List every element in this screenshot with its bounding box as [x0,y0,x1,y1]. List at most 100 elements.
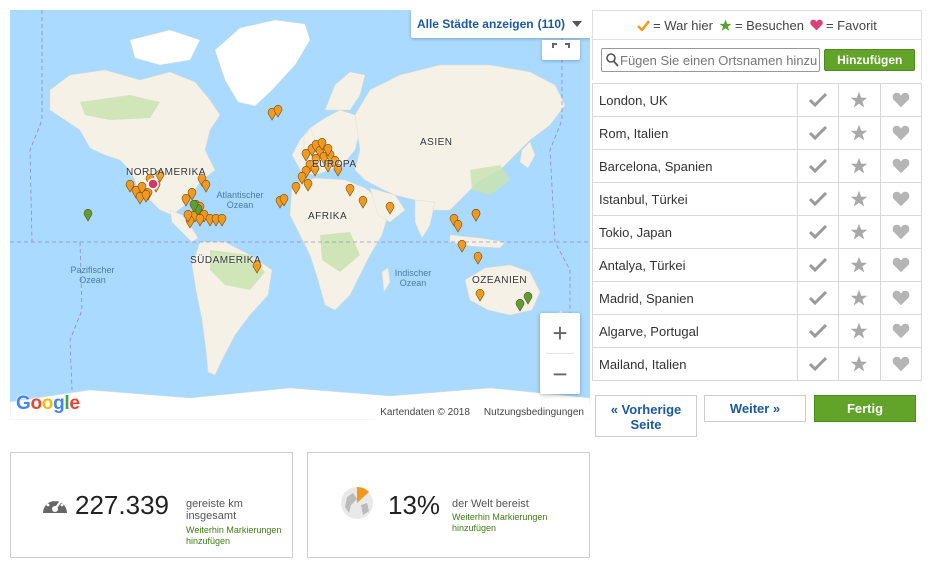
heart-icon [892,125,910,141]
check-icon [637,19,651,31]
city-row: Madrid, Spanien [592,281,923,315]
search-field[interactable] [601,48,821,72]
label-south-america: SÜDAMERIKA [190,255,262,266]
mark-want-button[interactable] [838,248,881,282]
mark-visited-button[interactable] [796,116,840,150]
world-map-canvas[interactable] [10,10,590,420]
zoom-control: + − [540,313,580,394]
previous-page-button[interactable]: « Vorherige Seite [595,395,697,437]
mark-visited-button[interactable] [796,281,840,315]
map-marker[interactable] [453,220,463,233]
map-marker[interactable] [217,214,227,227]
next-page-button[interactable]: Weiter » [704,395,806,422]
done-button[interactable]: Fertig [814,395,916,422]
google-logo[interactable]: Google [16,393,80,415]
mark-visited-button[interactable] [796,215,840,249]
mark-visited-button[interactable] [796,149,840,183]
map-marker[interactable] [201,180,211,193]
star-icon [719,19,732,31]
world-add-more-link-1[interactable]: Weiterhin Markierungen [452,512,547,523]
mark-visited-button[interactable] [796,347,840,381]
city-name: Algarve, Portugal [592,314,798,348]
label-asia: ASIEN [420,137,453,148]
map-marker[interactable] [273,105,283,118]
label-europe: EUROPA [312,159,357,170]
mark-want-button[interactable] [838,215,881,249]
search-icon [606,53,619,67]
distance-desc-1: gereiste km [186,498,243,510]
mark-visited-button[interactable] [796,182,840,216]
label-pacific: Pazifischer Ozean [70,265,115,285]
mark-want-button[interactable] [838,281,881,315]
legend-favorite: = Favorit [810,18,877,33]
show-all-cities-dropdown[interactable]: Alle Städte anzeigen (110) [410,10,590,38]
mark-favorite-button[interactable] [879,182,923,216]
mark-want-button[interactable] [838,182,881,216]
check-icon [809,158,828,173]
distance-stat-card: 227.339 gereiste km insgesamt Weiterhin … [10,452,293,558]
map-marker[interactable] [457,240,467,253]
city-row: Mailand, Italien [592,347,923,381]
world-percent-stat-card: 13% der Welt bereist Weiterhin Markierun… [307,452,590,558]
check-icon [809,224,828,239]
city-row: Tokio, Japan [592,215,923,249]
world-percent-value: 13% [388,490,441,520]
world-add-more-link-2[interactable]: hinzufügen [452,523,496,534]
check-icon [809,92,828,107]
fullscreen-icon [552,43,570,48]
star-icon [851,355,868,372]
place-name-input[interactable] [620,51,820,69]
mark-want-button[interactable] [838,116,881,150]
zoom-out-button[interactable]: − [540,354,580,394]
label-indian: Indischer Ozean [394,268,432,288]
distance-add-more-link-2[interactable]: hinzufügen [186,536,230,547]
add-place-button[interactable]: Hinzufügen [824,49,915,71]
mark-want-button[interactable] [838,83,881,117]
previous-page-label-1: « Vorherige [610,402,682,417]
city-row: Rom, Italien [592,116,923,150]
mark-favorite-button[interactable] [879,347,923,381]
mark-want-button[interactable] [838,314,881,348]
map-marker[interactable] [195,214,205,227]
distance-add-more-link-1[interactable]: Weiterhin Markierungen [186,525,281,536]
add-place-row: Hinzufügen [592,40,922,80]
world-percent-pie-icon [341,486,373,519]
mark-favorite-button[interactable] [879,314,923,348]
distance-value: 227.339 [75,490,169,520]
mark-favorite-button[interactable] [879,149,923,183]
previous-page-label-2: Seite [630,417,662,432]
map-marker[interactable] [473,252,483,265]
heart-icon [892,92,910,108]
city-row: Antalya, Türkei [592,248,923,282]
mark-want-button[interactable] [838,149,881,183]
city-count: (110) [537,17,565,31]
map-marker[interactable] [471,209,481,222]
mark-want-button[interactable] [838,347,881,381]
map-marker[interactable] [141,190,151,203]
check-icon [809,356,828,371]
world-map[interactable]: NORDAMERIKA SÜDAMERIKA EUROPA AFRIKA ASI… [10,10,590,420]
mark-favorite-button[interactable] [879,116,923,150]
terms-link[interactable]: Nutzungsbedingungen [484,407,584,418]
fullscreen-button[interactable] [542,40,580,60]
star-icon [851,223,868,240]
mark-visited-button[interactable] [796,314,840,348]
city-name: Rom, Italien [592,116,798,150]
city-name: Istanbul, Türkei [592,182,798,216]
heart-icon [892,158,910,174]
mark-favorite-button[interactable] [879,281,923,315]
mark-visited-button[interactable] [796,248,840,282]
mark-favorite-button[interactable] [879,215,923,249]
map-marker[interactable] [83,209,93,222]
check-icon [809,323,828,338]
city-name: Antalya, Türkei [592,248,798,282]
mark-favorite-button[interactable] [879,248,923,282]
caret-down-icon [572,21,582,27]
map-attribution: Kartendaten © 2018 [380,406,470,418]
world-percent-desc: der Welt bereist [452,498,529,510]
zoom-in-button[interactable]: + [540,313,580,353]
home-marker[interactable] [147,178,159,190]
distance-desc-2: insgesamt [186,510,237,522]
mark-favorite-button[interactable] [879,83,923,117]
mark-visited-button[interactable] [796,83,840,117]
